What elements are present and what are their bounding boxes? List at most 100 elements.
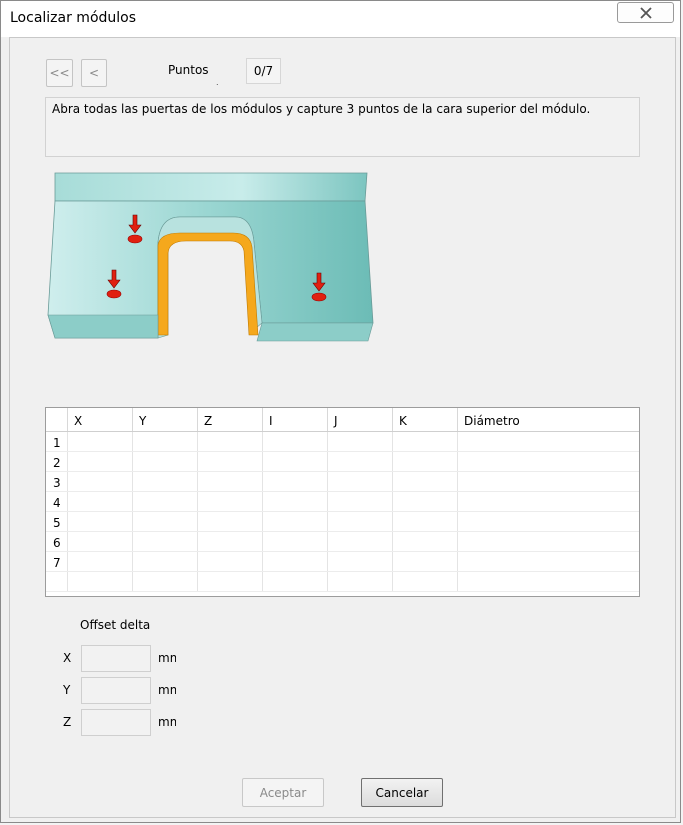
table-cell-j[interactable]	[328, 532, 393, 551]
table-cell-k[interactable]	[393, 432, 458, 451]
offset-y-unit: mm	[158, 683, 176, 697]
table-cell-i[interactable]	[263, 432, 328, 451]
table-cell-z[interactable]	[198, 432, 263, 451]
table-cell-i[interactable]	[263, 572, 328, 591]
row-number: 4	[46, 492, 68, 511]
table-cell-j[interactable]	[328, 492, 393, 511]
table-cell-x[interactable]	[68, 512, 133, 531]
table-row[interactable]	[46, 572, 639, 592]
table-cell-y[interactable]	[133, 512, 198, 531]
row-number-header	[46, 408, 68, 431]
table-cell-z[interactable]	[198, 532, 263, 551]
offset-x-unit: mm	[158, 651, 176, 665]
window-title: Localizar módulos	[10, 10, 137, 26]
table-cell-j[interactable]	[328, 552, 393, 571]
offset-z-input[interactable]	[81, 709, 151, 736]
first-point-button[interactable]: <<	[46, 59, 73, 87]
column-header-i[interactable]: I	[263, 408, 328, 431]
points-counter: 0/7	[246, 58, 281, 84]
table-cell-diameter[interactable]	[458, 552, 639, 571]
module-diagram	[47, 172, 374, 342]
table-cell-i[interactable]	[263, 492, 328, 511]
table-cell-i[interactable]	[263, 532, 328, 551]
table-cell-i[interactable]	[263, 512, 328, 531]
previous-point-button[interactable]: <	[81, 59, 107, 87]
accept-button[interactable]: Aceptar	[242, 778, 324, 807]
table-cell-z[interactable]	[198, 552, 263, 571]
table-row[interactable]: 5	[46, 512, 639, 532]
table-cell-k[interactable]	[393, 492, 458, 511]
table-cell-diameter[interactable]	[458, 432, 639, 451]
table-cell-j[interactable]	[328, 432, 393, 451]
column-header-k[interactable]: K	[393, 408, 458, 431]
table-cell-j[interactable]	[328, 572, 393, 591]
table-cell-x[interactable]	[68, 452, 133, 471]
table-cell-z[interactable]	[198, 492, 263, 511]
table-cell-y[interactable]	[133, 552, 198, 571]
table-cell-i[interactable]	[263, 552, 328, 571]
table-cell-diameter[interactable]	[458, 572, 639, 591]
row-number: 7	[46, 552, 68, 571]
close-button[interactable]	[617, 2, 674, 23]
table-cell-k[interactable]	[393, 452, 458, 471]
column-header-y[interactable]: Y	[133, 408, 198, 431]
offset-y-input[interactable]	[81, 677, 151, 704]
table-cell-diameter[interactable]	[458, 512, 639, 531]
column-header-diameter[interactable]: Diámetro	[458, 408, 639, 431]
table-cell-z[interactable]	[198, 452, 263, 471]
table-cell-diameter[interactable]	[458, 532, 639, 551]
table-cell-x[interactable]	[68, 492, 133, 511]
title-bar: Localizar módulos	[1, 1, 680, 37]
table-cell-x[interactable]	[68, 532, 133, 551]
table-cell-y[interactable]	[133, 532, 198, 551]
row-number	[46, 572, 68, 591]
table-row[interactable]: 4	[46, 492, 639, 512]
table-cell-x[interactable]	[68, 472, 133, 491]
table-cell-j[interactable]	[328, 452, 393, 471]
table-cell-z[interactable]	[198, 472, 263, 491]
table-cell-y[interactable]	[133, 452, 198, 471]
offset-y-label: Y	[63, 683, 71, 697]
table-header: X Y Z I J K Diámetro	[46, 408, 639, 432]
table-cell-z[interactable]	[198, 512, 263, 531]
table-cell-i[interactable]	[263, 452, 328, 471]
table-cell-y[interactable]	[133, 492, 198, 511]
table-cell-y[interactable]	[133, 432, 198, 451]
dialog-window: Localizar módulos << < Puntos . 0/7 Abra…	[0, 0, 681, 823]
offset-x-input[interactable]	[81, 645, 151, 672]
column-header-z[interactable]: Z	[198, 408, 263, 431]
points-table[interactable]: X Y Z I J K Diámetro 1234567	[45, 407, 640, 597]
table-cell-z[interactable]	[198, 572, 263, 591]
table-row[interactable]: 3	[46, 472, 639, 492]
points-label: Puntos	[168, 63, 209, 77]
table-cell-k[interactable]	[393, 552, 458, 571]
table-row[interactable]: 2	[46, 452, 639, 472]
table-row[interactable]: 1	[46, 432, 639, 452]
table-cell-diameter[interactable]	[458, 472, 639, 491]
table-cell-j[interactable]	[328, 512, 393, 531]
table-cell-diameter[interactable]	[458, 452, 639, 471]
offset-z-unit: mm	[158, 715, 176, 729]
table-row[interactable]: 7	[46, 552, 639, 572]
offset-x-label: X	[63, 651, 72, 665]
points-separator: .	[216, 78, 219, 87]
table-cell-x[interactable]	[68, 432, 133, 451]
instructions-box: Abra todas las puertas de los módulos y …	[45, 97, 640, 157]
table-cell-y[interactable]	[133, 472, 198, 491]
dialog-content: << < Puntos . 0/7 Abra todas las puertas…	[9, 37, 676, 818]
table-cell-k[interactable]	[393, 532, 458, 551]
table-body: 1234567	[46, 432, 639, 592]
table-cell-x[interactable]	[68, 552, 133, 571]
table-cell-k[interactable]	[393, 472, 458, 491]
table-cell-k[interactable]	[393, 572, 458, 591]
table-cell-y[interactable]	[133, 572, 198, 591]
cancel-button[interactable]: Cancelar	[361, 778, 443, 807]
table-cell-x[interactable]	[68, 572, 133, 591]
table-cell-i[interactable]	[263, 472, 328, 491]
column-header-j[interactable]: J	[328, 408, 393, 431]
table-cell-k[interactable]	[393, 512, 458, 531]
table-cell-j[interactable]	[328, 472, 393, 491]
column-header-x[interactable]: X	[68, 408, 133, 431]
table-row[interactable]: 6	[46, 532, 639, 552]
table-cell-diameter[interactable]	[458, 492, 639, 511]
